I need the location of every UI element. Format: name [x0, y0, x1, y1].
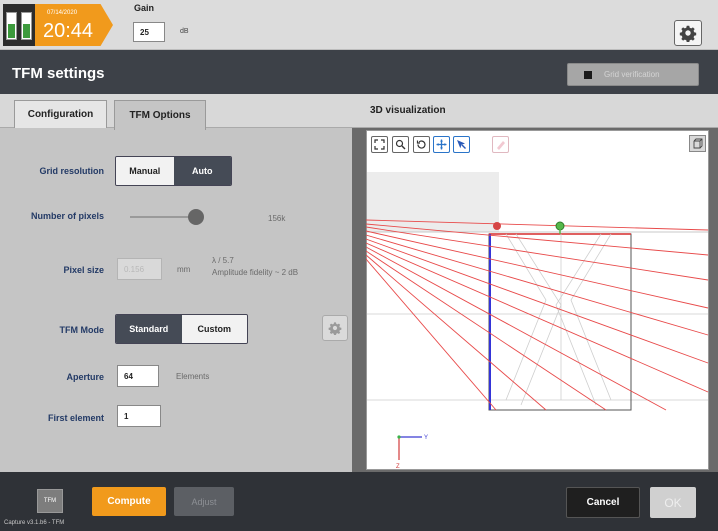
clock-badge: 07/14/2020 20:44 [35, 4, 113, 46]
battery-indicator [3, 4, 35, 46]
grid-verification-label: Grid verification [604, 70, 660, 79]
first-element-label: First element [47, 413, 104, 423]
aperture-input[interactable]: 64 [117, 365, 159, 387]
battery-2-icon [21, 12, 32, 40]
ok-button[interactable]: OK [650, 487, 696, 518]
gain-input[interactable]: 25 [133, 22, 165, 42]
number-of-pixels-value: 156k [268, 214, 286, 223]
aperture-unit: Elements [176, 372, 210, 381]
grid-verification-button[interactable]: Grid verification [567, 63, 699, 86]
pixel-size-input[interactable]: 0.156 [117, 258, 162, 280]
zoom-icon[interactable] [392, 136, 409, 153]
grid-resolution-auto[interactable]: Auto [173, 157, 231, 185]
compute-button[interactable]: Compute [92, 487, 166, 516]
tfm-zone [488, 233, 632, 411]
beam-paths [505, 233, 612, 406]
gain-unit: dB [180, 28, 189, 35]
tfm-mode-button[interactable]: TFM [37, 489, 63, 513]
pan-icon[interactable] [433, 136, 450, 153]
battery-1-icon [6, 12, 17, 40]
gear-icon [328, 322, 342, 335]
fit-icon[interactable] [371, 136, 388, 153]
pixel-size-unit: mm [177, 265, 191, 274]
tfm-mode-toggle: Standard Custom [115, 314, 248, 344]
erase-icon[interactable] [492, 136, 509, 153]
grid-resolution-label: Grid resolution [39, 166, 104, 176]
version-text: Capture v3.1.b6 - TFM [4, 520, 65, 526]
cancel-button[interactable]: Cancel [566, 487, 640, 518]
select-icon[interactable] [453, 136, 470, 153]
tab-tfm-options[interactable]: TFM Options [114, 100, 206, 130]
grid-verification-icon [584, 71, 592, 79]
number-of-pixels-label: Number of pixels [30, 211, 104, 221]
visualization-title: 3D visualization [370, 105, 446, 116]
first-element-input[interactable]: 1 [117, 405, 161, 427]
ray-fan [366, 219, 709, 411]
page-title: TFM settings [12, 65, 105, 82]
tfm-mode-custom[interactable]: Custom [181, 315, 247, 343]
time-text: 20:44 [43, 20, 94, 42]
settings-button[interactable] [674, 20, 702, 46]
y-axis-label: Y [424, 435, 428, 441]
gear-icon [679, 25, 697, 42]
rotate-icon[interactable] [413, 136, 430, 153]
aperture-label: Aperture [66, 372, 104, 382]
lambda-ratio: λ / 5.7 [212, 256, 234, 265]
tfm-mode-settings-button[interactable] [322, 315, 348, 341]
origin-dot [397, 435, 401, 439]
tfm-mode-label: TFM Mode [59, 325, 105, 335]
z-axis-label: Z [396, 464, 400, 470]
grid-resolution-toggle: Manual Auto [115, 156, 232, 186]
visualization-canvas[interactable]: Y Z [366, 130, 709, 470]
view-cube-button[interactable] [689, 135, 706, 152]
amplitude-fidelity: Amplitude fidelity ~ 2 dB [212, 268, 299, 277]
pixel-size-label: Pixel size [63, 265, 104, 275]
tab-configuration[interactable]: Configuration [14, 100, 107, 128]
tfm-mode-standard[interactable]: Standard [116, 315, 182, 343]
grid-resolution-manual[interactable]: Manual [116, 157, 174, 185]
adjust-button[interactable]: Adjust [174, 487, 234, 516]
cube-icon [693, 138, 702, 148]
gain-label: Gain [134, 3, 155, 13]
date-text: 07/14/2020 [47, 10, 78, 16]
probe-marker-red[interactable] [493, 222, 501, 230]
